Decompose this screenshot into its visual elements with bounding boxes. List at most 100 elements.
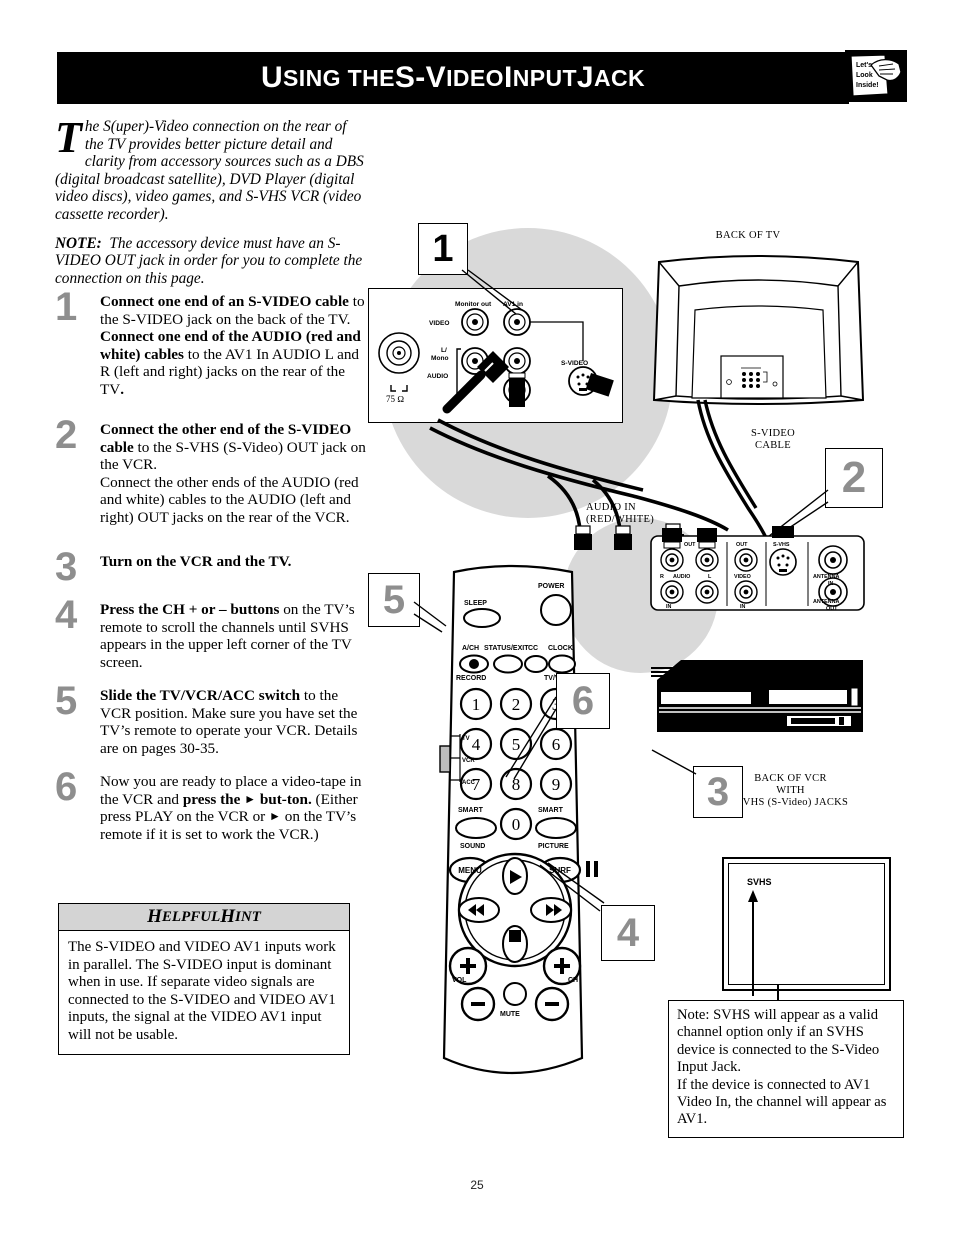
svg-text:VOL: VOL — [452, 977, 467, 984]
svg-text:ACC: ACC — [462, 780, 476, 786]
helpful-hint-box: H ELPFUL H INT The S-VIDEO and VIDEO AV1 i… — [58, 903, 350, 1055]
page-title-part-2: S-V — [394, 61, 447, 94]
svg-text:SOUND: SOUND — [460, 843, 485, 850]
step-3: 3 Turn on the VCR and the TV. — [55, 547, 367, 591]
svg-text:L/: L/ — [441, 347, 447, 354]
svg-text:S-VHS: S-VHS — [773, 542, 790, 548]
callout-4: 4 — [601, 905, 655, 961]
intro-column: The S(uper)-Video connection on the rear… — [55, 113, 365, 288]
callout-6-leader — [505, 696, 557, 780]
svg-text:IN: IN — [666, 604, 671, 610]
callout-3-number: 3 — [706, 769, 730, 814]
svg-text:OUT: OUT — [826, 606, 838, 612]
page-title-part-6: J — [576, 61, 594, 94]
svg-text:MENU: MENU — [458, 866, 482, 875]
svg-text:POWER: POWER — [538, 583, 564, 590]
svg-text:OUT: OUT — [736, 542, 748, 548]
svg-text:ANTENNA: ANTENNA — [813, 574, 839, 580]
callout-3-leader — [651, 749, 697, 775]
step-6-number: 6 — [55, 765, 78, 809]
hint-title-elpful: ELPFUL — [161, 908, 221, 925]
step-2-number: 2 — [55, 413, 78, 457]
svg-text:CC: CC — [528, 645, 538, 652]
vcr-jack-panel: OUT OUT S-VHS R AUDIO L VIDEO IN IN ANTE… — [650, 526, 865, 612]
tv-screen-inner: SVHS — [728, 863, 885, 996]
svg-text:PICTURE: PICTURE — [538, 843, 569, 850]
callout-1-number: 1 — [432, 227, 454, 270]
page-title-part-4: I — [503, 61, 513, 94]
svg-text:IN: IN — [828, 581, 833, 587]
intro-note-label: NOTE: — [55, 234, 102, 252]
svg-text:1: 1 — [472, 695, 481, 714]
svg-text:MUTE: MUTE — [500, 1011, 520, 1018]
step-5-text: Slide the TV/VCR/ACC switch to the VCR p… — [100, 687, 358, 757]
hint-title-h1: H — [147, 906, 162, 927]
page-header-bar: U SING THE S-V IDEO I NPUT J ACK — [57, 52, 849, 104]
page-title-part-3: IDEO — [446, 64, 504, 91]
intro-dropcap: T — [55, 113, 82, 162]
intro-note: NOTE: The accessory device must have an … — [55, 235, 365, 288]
svhs-pointer-arrow — [748, 890, 758, 996]
svg-text:Inside!: Inside! — [856, 82, 879, 89]
steps-list: 1 Connect one end of an S-VIDEO cable to… — [55, 287, 367, 873]
svg-text:AUDIO: AUDIO — [673, 574, 690, 580]
page-number: 25 — [470, 1178, 484, 1192]
svg-text:TV: TV — [462, 736, 470, 742]
svg-text:4: 4 — [472, 735, 481, 754]
manual-page: U SING THE S-V IDEO I NPUT J ACK Let's Look … — [0, 0, 954, 1235]
callout-4-leader — [539, 862, 605, 912]
callout-1-leader — [461, 269, 523, 315]
svg-text:0: 0 — [512, 815, 521, 834]
svhs-note-text: Note: SVHS will appear as a valid channe… — [677, 1007, 887, 1128]
page-title: U SING THE S-V IDEO I NPUT J ACK — [57, 52, 849, 104]
step-4-text: Press the CH + or – buttons on the TV’s … — [100, 601, 355, 671]
step-5: 5 Slide the TV/VCR/ACC switch to the VCR… — [55, 681, 367, 763]
helpful-hint-title: H ELPFUL H INT — [59, 904, 349, 931]
svg-text:STATUS/EXIT: STATUS/EXIT — [484, 645, 529, 652]
svg-text:SMART: SMART — [538, 807, 564, 814]
page-title-part-5: NPUT — [512, 64, 577, 91]
step-4-number: 4 — [55, 593, 78, 637]
svg-text:S-VIDEO: S-VIDEO — [561, 360, 588, 367]
intro-note-text: The accessory device must have an S-VIDE… — [55, 234, 363, 287]
svg-text:VIDEO: VIDEO — [429, 320, 450, 327]
lets-look-inside-icon: Let's Look Inside! — [845, 50, 907, 102]
tv-screen-preview: SVHS — [722, 857, 891, 996]
callout-4-number: 4 — [616, 910, 640, 955]
svg-text:VCR: VCR — [462, 758, 475, 764]
page-title-part-0: U — [260, 61, 284, 94]
step-4: 4 Press the CH + or – buttons on the TV’… — [55, 595, 367, 677]
callout-5-number: 5 — [382, 577, 406, 622]
helpful-hint-text: The S-VIDEO and VIDEO AV1 inputs work in… — [68, 939, 336, 1043]
svg-text:A/CH: A/CH — [462, 645, 479, 652]
svg-text:SMART: SMART — [458, 807, 484, 814]
step-3-text: Turn on the VCR and the TV. — [100, 553, 292, 570]
step-3-number: 3 — [55, 545, 78, 589]
hint-title-int: INT — [235, 908, 261, 925]
svg-text:IN: IN — [740, 604, 745, 610]
callout-6-number: 6 — [571, 678, 595, 723]
page-title-part-7: ACK — [594, 64, 646, 91]
label-back-of-tv: BACK OF TV — [715, 230, 781, 241]
svg-text:SLEEP: SLEEP — [464, 600, 487, 607]
step-1: 1 Connect one end of an S-VIDEO cable to… — [55, 287, 367, 411]
tv-screen-channel-label: SVHS — [747, 877, 772, 887]
intro-body: he S(uper)-Video connection on the rear … — [55, 118, 364, 223]
svg-text:Mono: Mono — [431, 355, 449, 362]
remote-control: 123 456 789 0 — [426, 558, 598, 1098]
svg-text:AUDIO: AUDIO — [427, 373, 448, 380]
step-6: 6 Now you are ready to place a video-tap… — [55, 767, 367, 863]
svg-text:VIDEO: VIDEO — [734, 574, 751, 580]
step-6-text: Now you are ready to place a video-tape … — [100, 773, 362, 843]
callout-6: 6 — [556, 673, 610, 729]
svg-text:RECORD: RECORD — [456, 675, 486, 682]
callout-5-leader — [413, 601, 447, 633]
svg-text:R: R — [660, 574, 664, 580]
callout-2-number: 2 — [841, 453, 867, 502]
svg-text:Let's: Let's — [856, 62, 872, 69]
step-2-text: Connect the other end of the S-VIDEO cab… — [100, 421, 366, 526]
svg-text:CH: CH — [568, 977, 578, 984]
svg-text:Look: Look — [856, 72, 873, 79]
tv-illustration — [651, 248, 866, 418]
step-2: 2 Connect the other end of the S-VIDEO c… — [55, 415, 367, 543]
